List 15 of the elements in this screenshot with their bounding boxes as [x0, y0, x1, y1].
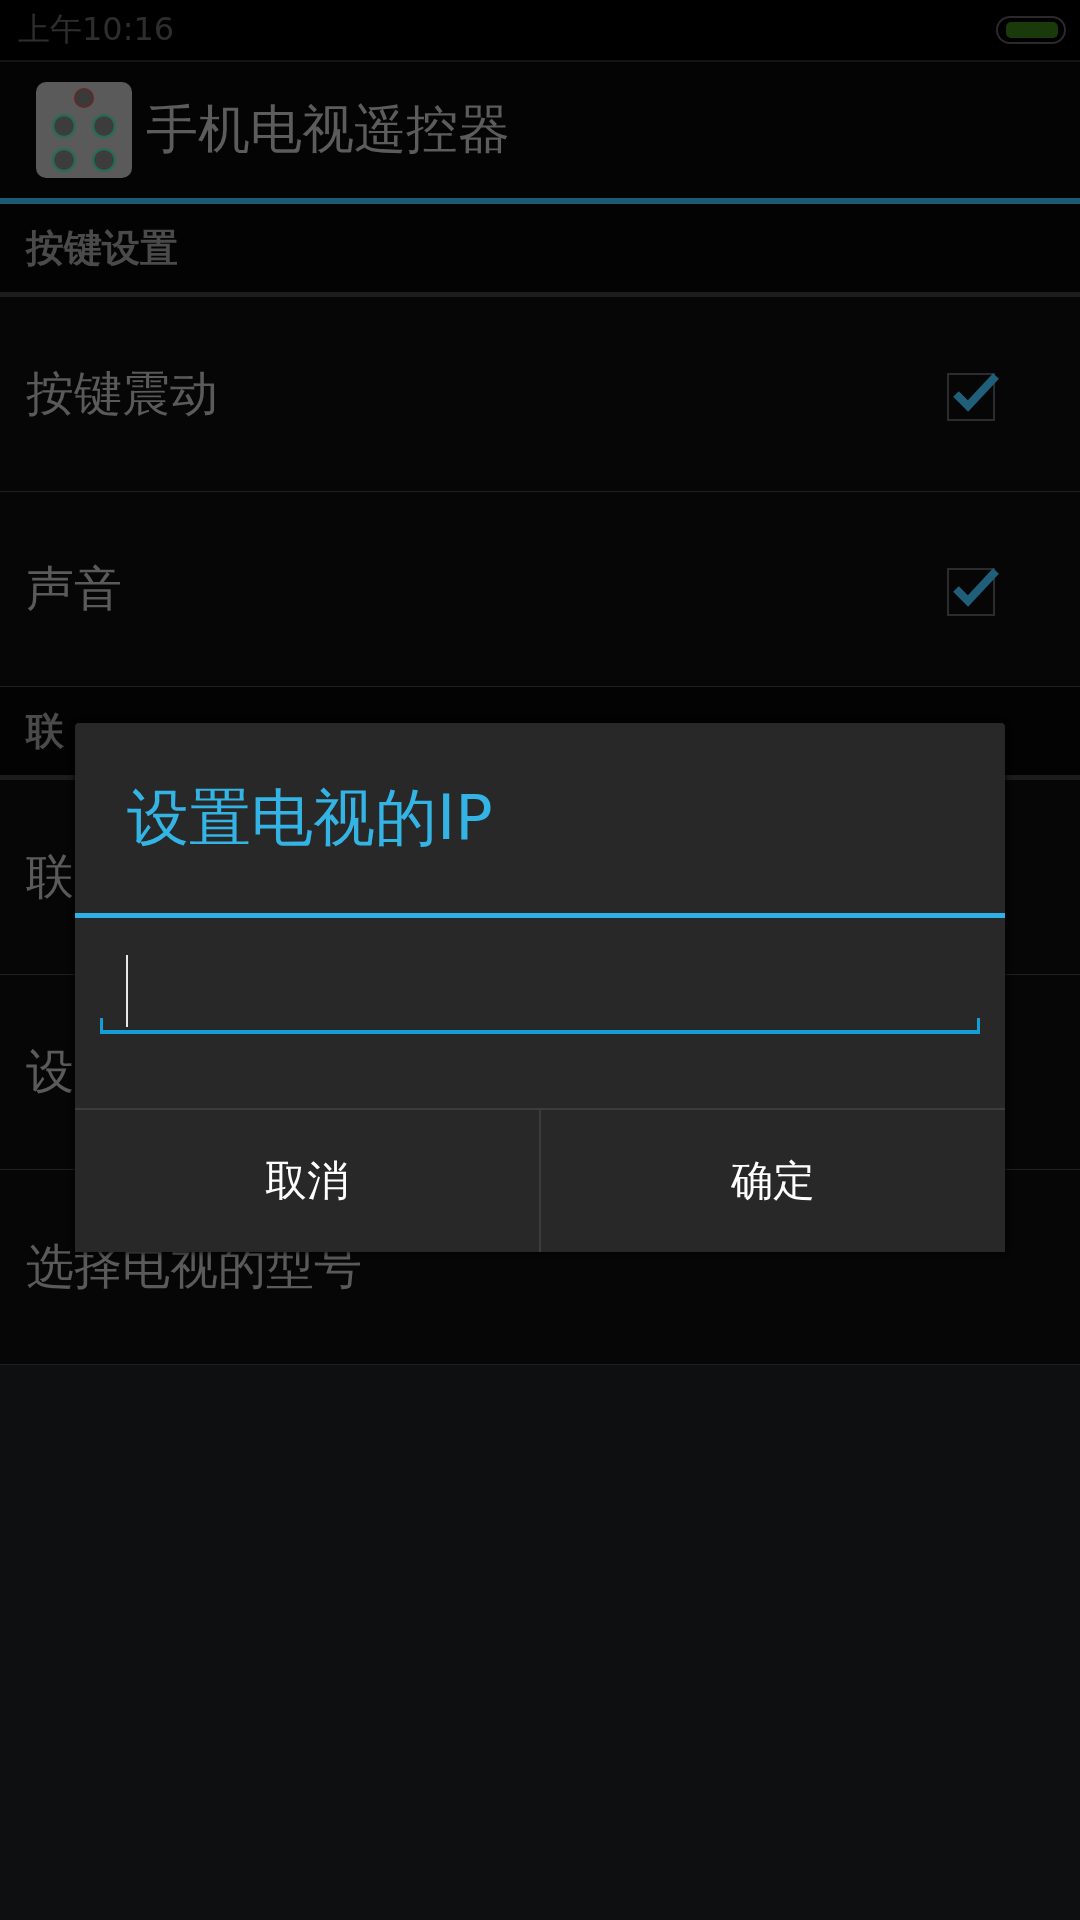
dialog-button[interactable]: 确定 [539, 1110, 1005, 1252]
settings-item[interactable]: 按键震动 [0, 297, 1080, 492]
app-title: 手机电视遥控器 [146, 98, 510, 161]
ip-input-field[interactable] [100, 952, 980, 1034]
battery-icon [996, 16, 1066, 44]
remote-control-icon [36, 82, 132, 178]
settings-item[interactable]: 声音 [0, 492, 1080, 687]
section-header: 按键设置 [26, 224, 178, 272]
settings-label: 声音 [26, 559, 122, 618]
dialog-button[interactable]: 取消 [75, 1110, 539, 1252]
settings-label: 设 [26, 1042, 74, 1101]
dialog-title: 设置电视的IP [127, 780, 493, 856]
section-header: 联 [26, 707, 64, 755]
settings-label: 按键震动 [26, 364, 218, 423]
settings-label: 联 [26, 847, 74, 906]
